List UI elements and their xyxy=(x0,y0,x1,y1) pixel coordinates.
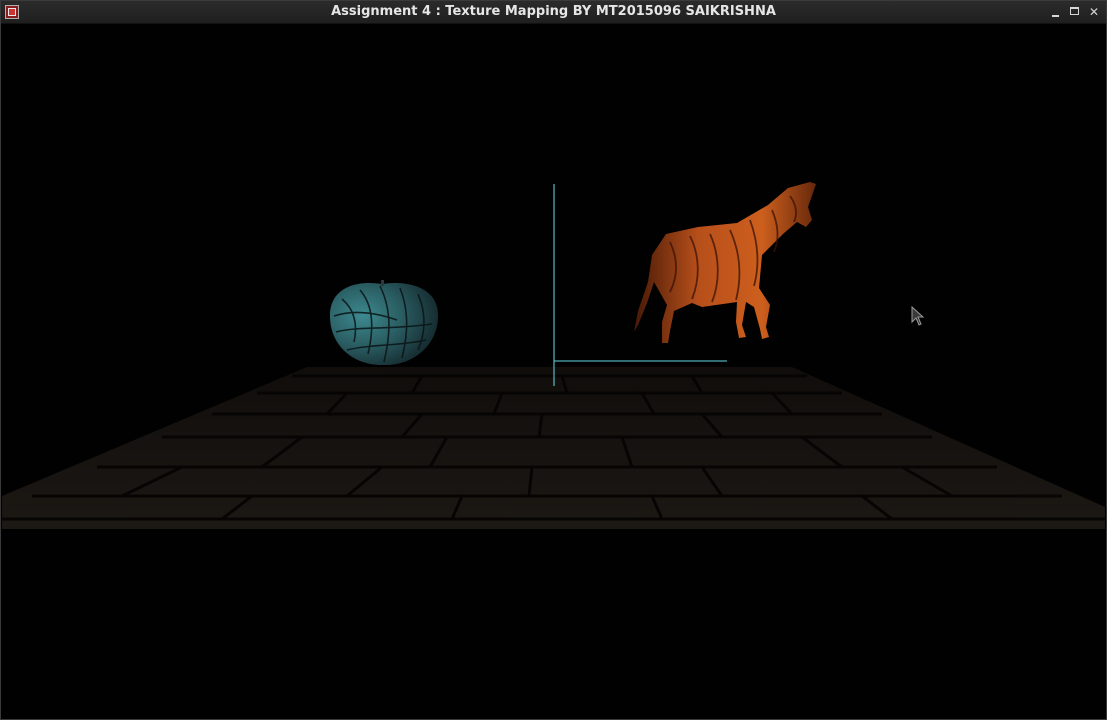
title-bar[interactable]: Assignment 4 : Texture Mapping BY MT2015… xyxy=(1,1,1106,24)
minimize-button[interactable] xyxy=(1048,4,1064,20)
application-window: Assignment 4 : Texture Mapping BY MT2015… xyxy=(0,0,1107,720)
textured-floor xyxy=(2,367,1105,529)
maximize-button[interactable] xyxy=(1067,4,1083,20)
textured-apple xyxy=(330,280,439,366)
scene-canvas xyxy=(2,182,1105,529)
mouse-pointer-icon xyxy=(911,305,925,326)
window-title: Assignment 4 : Texture Mapping BY MT2015… xyxy=(331,4,776,19)
close-button[interactable]: ✕ xyxy=(1086,4,1102,20)
textured-horse xyxy=(634,182,816,343)
minimize-icon xyxy=(1052,15,1059,17)
close-icon: ✕ xyxy=(1088,5,1100,19)
opengl-viewport[interactable] xyxy=(2,24,1105,719)
maximize-icon xyxy=(1070,7,1079,15)
